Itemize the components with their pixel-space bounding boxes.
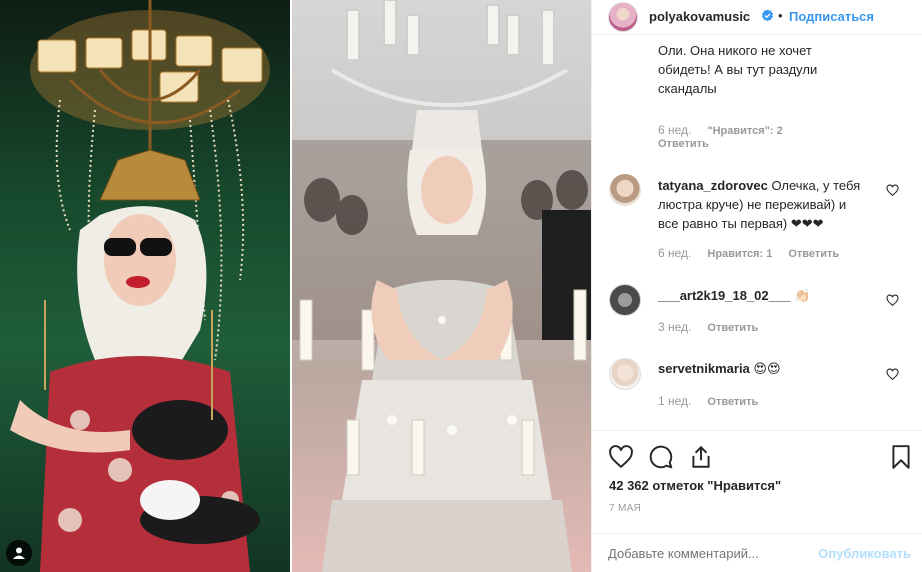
comment-icon[interactable] [648,444,674,470]
comment-meta: 6 нед. "Нравится": 2 [658,123,799,137]
commenter-avatar[interactable] [609,284,641,316]
user-tag-icon[interactable] [6,540,32,566]
reply-button[interactable]: Ответить [707,322,758,334]
author-username[interactable]: polyakovamusic [649,9,750,24]
comment-likes[interactable]: Нравится: 1 [707,248,772,260]
comment-text: servetnikmaria 😍😍 [658,359,884,378]
comment-meta-reply: Ответить [658,138,725,150]
post-actions: 42 362 отметок "Нравится" 7 мая [592,430,922,538]
bookmark-icon[interactable] [888,444,914,470]
comment-likes[interactable]: "Нравится": 2 [707,125,782,137]
commenter-username[interactable]: tatyana_zdorovec [658,178,768,193]
comment-text-line: tatyana_zdorovec Олечка, у тебя [658,176,884,195]
share-icon[interactable] [688,444,714,470]
reply-button[interactable]: Ответить [788,248,839,260]
comment-text-line: люстра круче) не переживай) и [658,197,847,212]
verified-badge-icon [761,9,774,22]
reply-button[interactable]: Ответить [707,396,758,408]
commenter-username[interactable]: servetnikmaria [658,361,750,376]
add-comment-bar: Опубликовать [592,533,922,572]
comments-list[interactable]: Оли. Она никого не хочет обидеть! А вы т… [592,36,922,430]
comment-text-body: 😍😍 [753,361,781,376]
photo-right-illustration [292,0,591,572]
author-avatar[interactable] [608,2,638,32]
comment-meta: 1 нед. Ответить [658,394,774,408]
post-date[interactable]: 7 мая [609,503,641,514]
commenter-username[interactable]: ___art2k19_18_02___ [658,288,790,303]
photo-right [292,0,591,572]
comment-text-line: обидеть! А вы тут раздули [658,62,818,77]
comment-time[interactable]: 6 нед. [658,123,691,137]
post-media[interactable] [0,0,591,572]
comment-like-heart-icon[interactable] [886,294,899,307]
comment-text-line: Оли. Она никого не хочет [658,43,812,58]
comment-meta: 3 нед. Ответить [658,320,774,334]
comment-text-line: все равно ты первая) ❤❤❤ [658,216,824,231]
heart-icon[interactable] [608,444,634,470]
header-separator: • [778,8,783,23]
commenter-avatar[interactable] [609,174,641,206]
reply-button[interactable]: Ответить [658,138,709,150]
comment-text: ___art2k19_18_02___ 👏🏻 [658,286,884,305]
comment-text-body: 👏🏻 [793,288,811,303]
post-header: polyakovamusic • Подписаться [592,0,922,35]
publish-button[interactable]: Опубликовать [818,546,911,561]
comment-like-heart-icon[interactable] [886,184,899,197]
comment-text-line: скандалы [658,81,717,96]
comment-like-heart-icon[interactable] [886,368,899,381]
comment-text: Оли. Она никого не хочет обидеть! А вы т… [658,41,898,98]
comment-time[interactable]: 1 нед. [658,394,691,408]
comment-meta: 6 нед. Нравится: 1 Ответить [658,246,855,260]
comment-time[interactable]: 6 нед. [658,246,691,260]
comment-text: tatyana_zdorovec Олечка, у тебя люстра к… [658,176,884,233]
likes-count[interactable]: 42 362 отметок "Нравится" [609,478,781,493]
post-sidebar: polyakovamusic • Подписаться Оли. Она ни… [591,0,922,572]
photo-left-illustration [10,0,270,572]
photo-left [0,0,290,572]
follow-button[interactable]: Подписаться [789,9,874,24]
comment-time[interactable]: 3 нед. [658,320,691,334]
commenter-avatar[interactable] [609,358,641,390]
comment-input[interactable] [608,546,808,561]
comment-text-first: Олечка, у тебя [771,178,861,193]
